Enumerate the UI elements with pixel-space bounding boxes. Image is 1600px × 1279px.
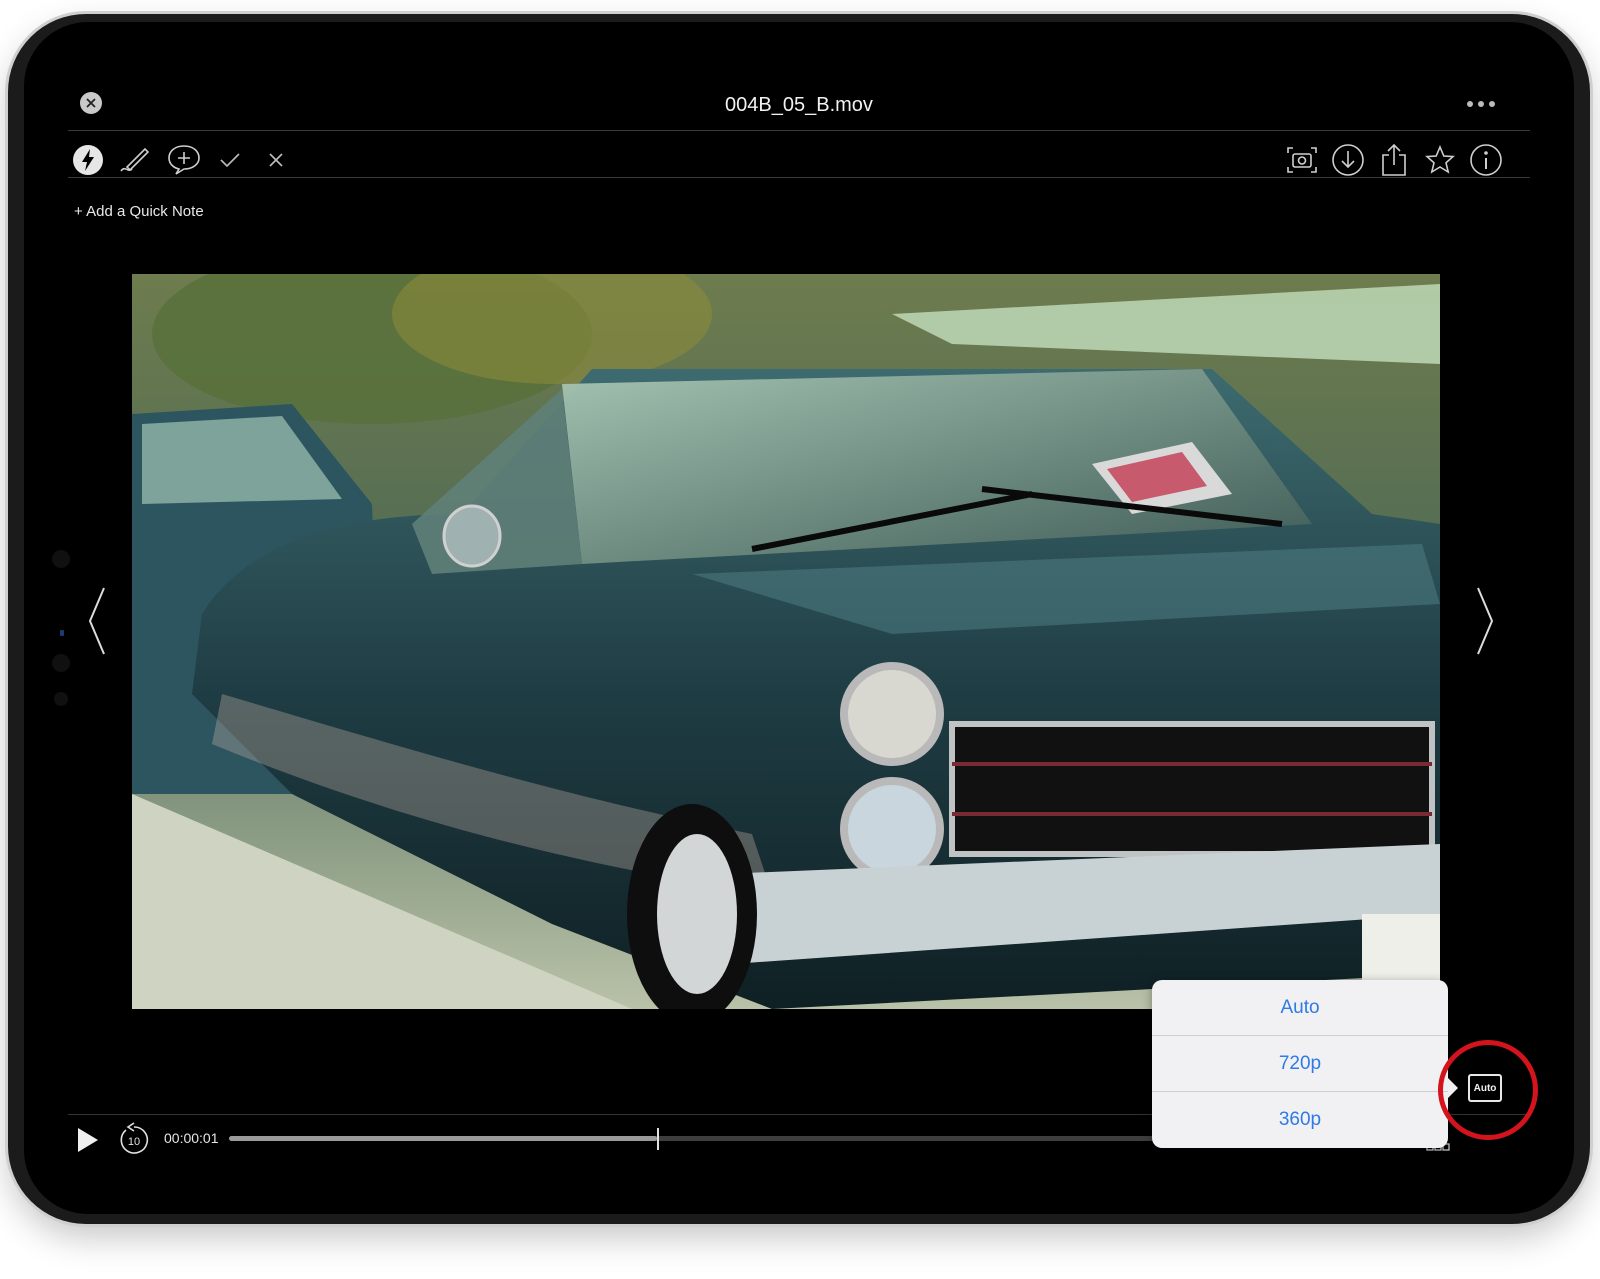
tablet-device: 004B_05_B.mov + Add a Quick Note 10 00:0…	[8, 14, 1590, 1224]
playhead[interactable]	[656, 1128, 659, 1150]
camera-dot	[54, 692, 68, 706]
x-icon[interactable]	[256, 140, 296, 180]
highlight-circle	[1438, 1040, 1538, 1140]
quality-option-360p[interactable]: 360p	[1152, 1092, 1448, 1148]
scrub-progress	[229, 1136, 657, 1141]
camera-indicator	[60, 630, 64, 636]
add-quick-note-link[interactable]: + Add a Quick Note	[74, 203, 204, 220]
next-arrow-icon[interactable]	[1472, 586, 1496, 656]
scrub-bar[interactable]	[229, 1136, 1159, 1141]
video-frame[interactable]	[132, 274, 1440, 1009]
share-icon[interactable]	[1374, 140, 1414, 180]
play-icon[interactable]	[74, 1126, 102, 1154]
file-title: 004B_05_B.mov	[725, 94, 873, 116]
camera-dot	[52, 550, 70, 568]
header-divider	[68, 130, 1530, 131]
comment-add-icon[interactable]	[164, 140, 204, 180]
screenshot-icon[interactable]	[1282, 140, 1322, 180]
info-icon[interactable]	[1466, 140, 1506, 180]
checkmark-icon[interactable]	[210, 140, 250, 180]
toolbar-divider	[68, 177, 1530, 178]
quality-option-720p[interactable]: 720p	[1152, 1036, 1448, 1092]
quality-menu: Auto 720p 360p	[1152, 980, 1448, 1148]
rewind-label: 10	[128, 1136, 140, 1148]
download-icon[interactable]	[1328, 140, 1368, 180]
more-icon[interactable]	[1464, 94, 1504, 114]
timecode: 00:00:01	[164, 1130, 219, 1146]
rewind-10-icon[interactable]: 10	[116, 1122, 152, 1158]
previous-arrow-icon[interactable]	[86, 586, 110, 656]
camera-dot	[52, 654, 70, 672]
star-icon[interactable]	[1420, 140, 1460, 180]
lightning-icon[interactable]	[68, 140, 108, 180]
quality-option-auto[interactable]: Auto	[1152, 980, 1448, 1036]
app-screen: 004B_05_B.mov + Add a Quick Note 10 00:0…	[24, 22, 1574, 1214]
pen-icon[interactable]	[116, 140, 156, 180]
